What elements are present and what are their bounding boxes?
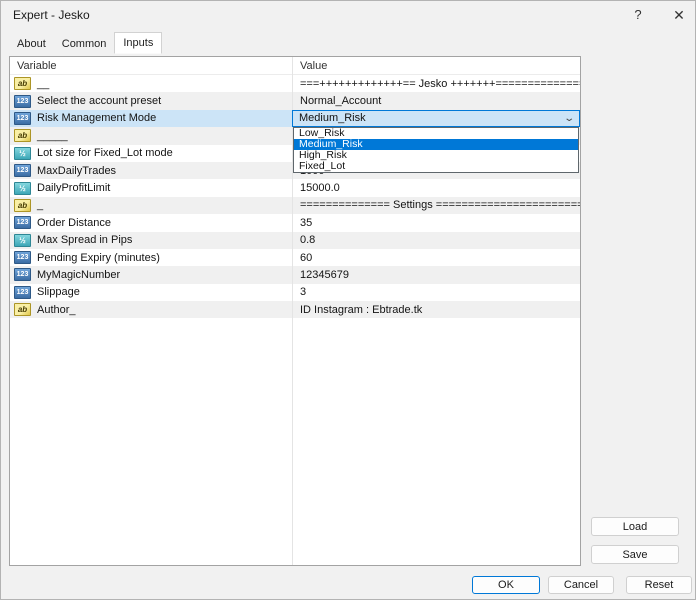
table-row[interactable]: ½ DailyProfitLimit 15000.0 [10,179,580,196]
tab-common[interactable]: Common [54,35,115,54]
table-row[interactable]: 123 Pending Expiry (minutes) 60 [10,249,580,266]
param-label: Order Distance [37,217,111,229]
integer-type-icon: 123 [14,216,31,229]
help-icon[interactable]: ? [628,5,648,25]
droplist-option-fixed-lot[interactable]: Fixed_Lot [294,161,578,172]
risk-mode-combobox[interactable]: Medium_Risk ⌄ [292,110,580,127]
table-row[interactable]: ab _ ============== Settings ============… [10,197,580,214]
tab-bar: About Common Inputs [9,34,162,54]
param-value[interactable]: 15000.0 [300,182,340,194]
inputs-table: Variable Value ab __ ===+++++++++++++== J… [9,56,581,566]
param-label: __ [37,78,49,90]
table-row[interactable]: 123 MyMagicNumber 12345679 [10,266,580,283]
param-label: _____ [37,130,68,142]
param-label: MaxDailyTrades [37,165,116,177]
table-row[interactable]: 123 Select the account preset Normal_Acco… [10,92,580,109]
double-type-icon: ½ [14,182,31,195]
param-value[interactable]: 0.8 [300,234,315,246]
integer-type-icon: 123 [14,251,31,264]
table-row[interactable]: ab Author_ ID Instagram : Ebtrade.tk [10,301,580,318]
param-label: Lot size for Fixed_Lot mode [37,147,173,159]
expert-properties-dialog: Expert - Jesko ? ✕ About Common Inputs V… [0,0,696,600]
string-type-icon: ab [14,129,31,142]
table-row[interactable]: ½ Max Spread in Pips 0.8 [10,232,580,249]
param-label: Slippage [37,286,80,298]
param-value[interactable]: ID Instagram : Ebtrade.tk [300,304,422,316]
param-label: Risk Management Mode [37,112,156,124]
table-row[interactable]: ab __ ===+++++++++++++== Jesko +++++++===… [10,75,580,92]
param-value[interactable]: 3 [300,286,306,298]
param-value[interactable]: 35 [300,217,312,229]
column-header-value: Value [292,57,580,74]
combobox-selected-value: Medium_Risk [299,112,366,124]
param-label: Pending Expiry (minutes) [37,252,160,264]
load-button[interactable]: Load [591,517,679,536]
chevron-down-icon[interactable]: ⌄ [563,113,575,124]
integer-type-icon: 123 [14,286,31,299]
string-type-icon: ab [14,199,31,212]
tab-inputs[interactable]: Inputs [114,32,162,54]
column-header-variable: Variable [10,57,292,74]
integer-type-icon: 123 [14,95,31,108]
param-value[interactable]: ============== Settings ================… [300,199,580,211]
tab-about[interactable]: About [9,35,54,54]
integer-type-icon: 123 [14,164,31,177]
save-button[interactable]: Save [591,545,679,564]
param-value[interactable]: 12345679 [300,269,349,281]
table-row[interactable]: 123 Slippage 3 [10,284,580,301]
cancel-button[interactable]: Cancel [548,576,614,594]
risk-mode-droplist: Low_Risk Medium_Risk High_Risk Fixed_Lot [293,127,579,173]
param-label: Select the account preset [37,95,161,107]
param-label: DailyProfitLimit [37,182,110,194]
param-label: MyMagicNumber [37,269,120,281]
string-type-icon: ab [14,303,31,316]
double-type-icon: ½ [14,234,31,247]
integer-type-icon: 123 [14,112,31,125]
table-row-selected[interactable]: 123 Risk Management Mode Medium_Risk ⌄ [10,110,580,127]
param-value[interactable]: 60 [300,252,312,264]
integer-type-icon: 123 [14,268,31,281]
param-label: Max Spread in Pips [37,234,132,246]
string-type-icon: ab [14,77,31,90]
param-value[interactable]: ===+++++++++++++== Jesko +++++++========… [300,78,580,90]
window-title: Expert - Jesko [13,8,90,22]
close-icon[interactable]: ✕ [669,5,689,25]
table-row[interactable]: 123 Order Distance 35 [10,214,580,231]
ok-button[interactable]: OK [472,576,540,594]
param-label: _ [37,199,43,211]
table-header: Variable Value [10,57,580,75]
reset-button[interactable]: Reset [626,576,692,594]
param-label: Author_ [37,304,76,316]
param-value[interactable]: Normal_Account [300,95,381,107]
double-type-icon: ½ [14,147,31,160]
